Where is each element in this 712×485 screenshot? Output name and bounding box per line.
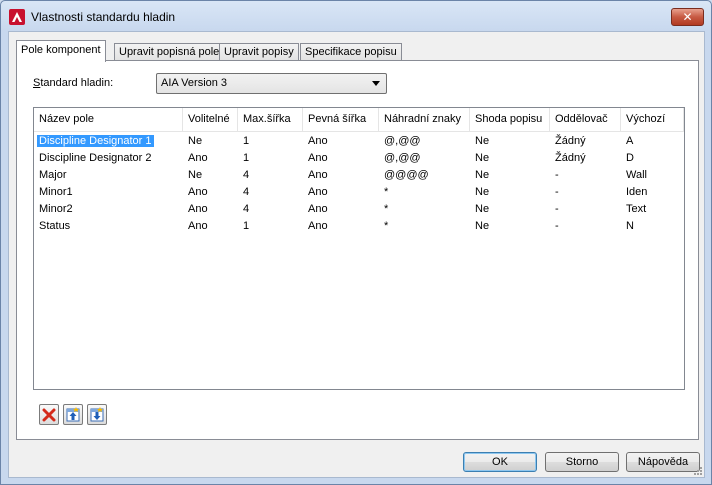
cell-max-sirka: 1 — [243, 135, 250, 147]
cell-shoda-popisu: Ne — [475, 220, 490, 232]
cell-shoda-popisu: Ne — [475, 169, 490, 181]
cell-nazev-pole: Minor2 — [39, 203, 73, 215]
column-header-max-sirka[interactable]: Max.šířka — [238, 108, 303, 132]
window-title: Vlastnosti standardu hladin — [31, 10, 176, 24]
cell-oddelovac: - — [555, 169, 559, 181]
cell-max-sirka: 4 — [243, 169, 250, 181]
cell-volitelne: Ne — [188, 135, 203, 147]
cell-pevna-sirka: Ano — [308, 152, 328, 164]
delete-button[interactable] — [39, 404, 59, 425]
standard-label: Standard hladin: — [33, 77, 114, 89]
tab-pole-komponent[interactable]: Pole komponent — [16, 40, 106, 62]
cell-volitelne: Ano — [188, 152, 208, 164]
fields-list[interactable]: Název pole Volitelné Max.šířka Pevná šíř… — [33, 107, 685, 390]
cell-pevna-sirka: Ano — [308, 203, 328, 215]
cell-shoda-popisu: Ne — [475, 186, 490, 198]
list-header: Název pole Volitelné Max.šířka Pevná šíř… — [34, 108, 684, 132]
cell-vychozi: Iden — [626, 186, 648, 198]
resize-grip-icon[interactable] — [692, 465, 702, 475]
move-down-button[interactable] — [87, 404, 107, 425]
table-row[interactable]: Discipline Designator 2 Ano 1 Ano @,@@ N… — [34, 150, 684, 167]
help-button[interactable]: Nápověda — [626, 452, 700, 472]
column-header-nahradni-znaky[interactable]: Náhradní znaky — [379, 108, 470, 132]
standard-dropdown-value: AIA Version 3 — [161, 77, 228, 89]
cell-nazev-pole: Minor1 — [39, 186, 73, 198]
cell-shoda-popisu: Ne — [475, 135, 490, 147]
cell-oddelovac: Žádný — [555, 152, 586, 164]
autocad-app-icon — [9, 9, 25, 25]
tab-upravit-popisna-pole[interactable]: Upravit popisná pole — [114, 43, 225, 61]
cell-volitelne: Ano — [188, 220, 208, 232]
chevron-down-icon — [372, 81, 380, 86]
cell-nahradni-znaky: @,@@ — [384, 135, 421, 147]
cell-oddelovac: Žádný — [555, 135, 586, 147]
cell-pevna-sirka: Ano — [308, 169, 328, 181]
move-down-icon — [90, 407, 104, 422]
tab-panel: Standard hladin: AIA Version 3 Název pol… — [16, 60, 699, 440]
column-header-nazev-pole[interactable]: Název pole — [34, 108, 183, 132]
cell-nahradni-znaky: * — [384, 220, 389, 232]
table-row[interactable]: Discipline Designator 1 Ne 1 Ano @,@@ Ne… — [34, 133, 684, 150]
cell-vychozi: Text — [626, 203, 647, 215]
column-header-oddelovac[interactable]: Oddělovač — [550, 108, 621, 132]
cell-nahradni-znaky: @@@@ — [384, 169, 429, 181]
cell-volitelne: Ano — [188, 186, 208, 198]
tab-upravit-popisy[interactable]: Upravit popisy — [219, 43, 299, 61]
cell-volitelne: Ne — [188, 169, 203, 181]
column-header-volitelne[interactable]: Volitelné — [183, 108, 238, 132]
column-header-pevna-sirka[interactable]: Pevná šířka — [303, 108, 379, 132]
close-button[interactable]: ✕ — [671, 8, 704, 26]
cell-pevna-sirka: Ano — [308, 220, 328, 232]
table-row[interactable]: Major Ne 4 Ano @@@@ Ne - Wall — [34, 167, 684, 184]
cell-shoda-popisu: Ne — [475, 203, 490, 215]
column-header-vychozi[interactable]: Výchozí — [621, 108, 684, 132]
cell-nazev-pole: Status — [39, 220, 71, 232]
cancel-button[interactable]: Storno — [545, 452, 619, 472]
cell-nazev-pole: Discipline Designator 1 — [37, 135, 154, 147]
cell-nahradni-znaky: * — [384, 203, 389, 215]
cell-vychozi: Wall — [626, 169, 647, 181]
cell-nahradni-znaky: @,@@ — [384, 152, 421, 164]
cell-pevna-sirka: Ano — [308, 135, 328, 147]
table-row[interactable]: Minor2 Ano 4 Ano * Ne - Text — [34, 201, 684, 218]
ok-button[interactable]: OK — [463, 452, 537, 472]
cell-vychozi: N — [626, 220, 634, 232]
title-bar: Vlastnosti standardu hladin ✕ — [1, 1, 711, 31]
tab-specifikace-popisu[interactable]: Specifikace popisu — [300, 43, 402, 61]
table-row[interactable]: Minor1 Ano 4 Ano * Ne - Iden — [34, 184, 684, 201]
cell-shoda-popisu: Ne — [475, 152, 490, 164]
table-row[interactable]: Status Ano 1 Ano * Ne - N — [34, 218, 684, 235]
cell-vychozi: A — [626, 135, 634, 147]
cell-max-sirka: 1 — [243, 152, 250, 164]
cell-nahradni-znaky: * — [384, 186, 389, 198]
column-header-shoda-popisu[interactable]: Shoda popisu — [470, 108, 550, 132]
cell-oddelovac: - — [555, 203, 559, 215]
move-up-button[interactable] — [63, 404, 83, 425]
delete-icon — [42, 408, 56, 422]
cell-oddelovac: - — [555, 186, 559, 198]
cell-max-sirka: 1 — [243, 220, 250, 232]
cell-max-sirka: 4 — [243, 203, 250, 215]
cell-vychozi: D — [626, 152, 634, 164]
cell-pevna-sirka: Ano — [308, 186, 328, 198]
dialog-client: Pole komponent Upravit popisná pole Upra… — [8, 31, 705, 478]
move-up-icon — [66, 407, 80, 422]
standard-dropdown[interactable]: AIA Version 3 — [156, 73, 387, 94]
cell-volitelne: Ano — [188, 203, 208, 215]
dialog-window: Vlastnosti standardu hladin ✕ Pole kompo… — [0, 0, 712, 485]
cell-nazev-pole: Discipline Designator 2 — [39, 152, 152, 164]
cell-oddelovac: - — [555, 220, 559, 232]
cell-nazev-pole: Major — [39, 169, 67, 181]
cell-max-sirka: 4 — [243, 186, 250, 198]
